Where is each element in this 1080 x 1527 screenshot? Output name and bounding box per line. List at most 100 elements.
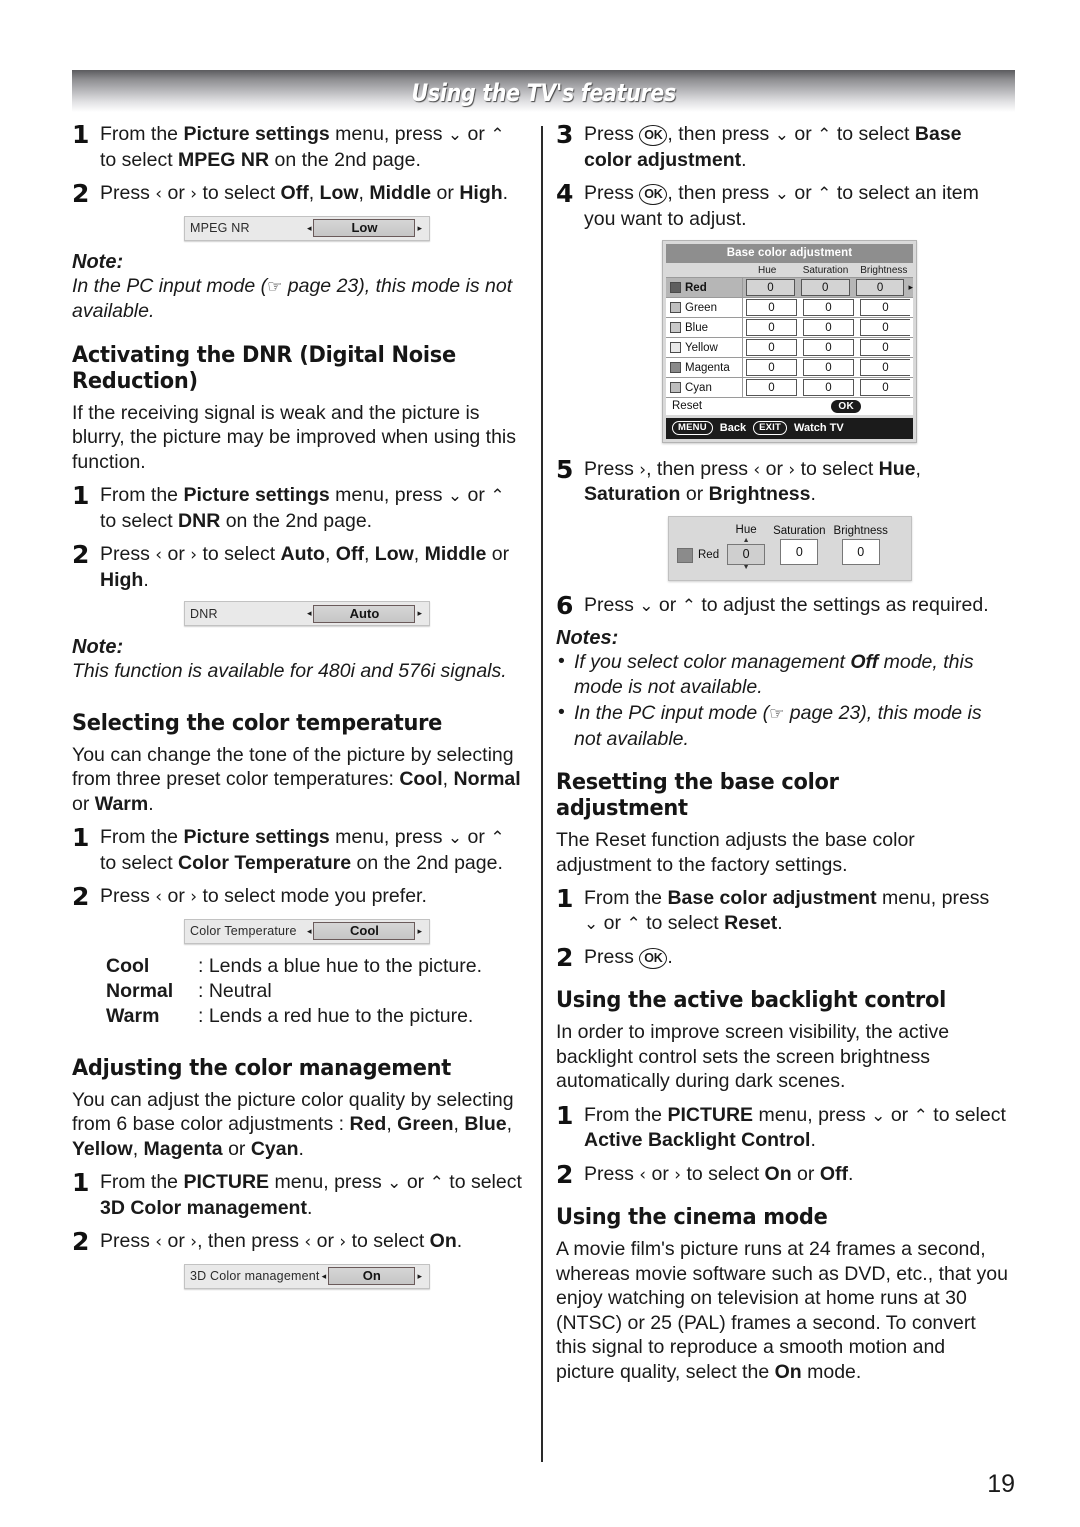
right-column: 3 Press OK, then press ⌄ or ⌃ to select …: [556, 122, 1008, 1393]
osd-label: DNR: [190, 606, 218, 621]
row-label: Blue: [666, 318, 743, 337]
color-swatch-icon: [670, 282, 681, 293]
table-row[interactable]: Yellow 0 0 0: [666, 337, 913, 357]
hsb-field-brightness[interactable]: Brightness 0: [834, 525, 888, 571]
left-arrow-icon[interactable]: ◂: [305, 223, 314, 234]
cell-saturation[interactable]: 0: [803, 299, 854, 316]
step-number: 2: [72, 179, 90, 208]
spinner-down-icon[interactable]: ▼: [727, 564, 765, 571]
step-backlight-1: 1 From the PICTURE menu, press ⌄ or ⌃ to…: [556, 1103, 1008, 1153]
cell-brightness[interactable]: 0: [860, 379, 910, 396]
row-name: Red: [685, 281, 707, 294]
step-text: Press ⌄ or ⌃ to adjust the settings as r…: [584, 593, 989, 616]
row-selection-arrow-icon: ▸: [908, 282, 914, 292]
heading-cinema-mode: Using the cinema mode: [556, 1204, 828, 1230]
osd-setting-mpeg-nr[interactable]: MPEG NR ◂ Low ▸: [184, 215, 430, 241]
exit-key-icon[interactable]: EXIT: [753, 420, 787, 435]
table-row[interactable]: Green 0 0 0: [666, 297, 913, 317]
osd-setting-dnr[interactable]: DNR ◂ Auto ▸: [184, 601, 430, 626]
table-row[interactable]: Magenta 0 0 0: [666, 357, 913, 377]
note-text: In the PC input mode (☞ page 23), this m…: [72, 274, 524, 324]
hsb-field-saturation[interactable]: Saturation 0: [773, 524, 826, 571]
row-label: Cyan: [666, 378, 743, 397]
cell-brightness[interactable]: 0: [860, 339, 910, 356]
menu-key-label: Back: [719, 421, 747, 434]
osd-setting-3d-color-management[interactable]: 3D Color management ◂ On ▸: [184, 1263, 430, 1289]
cell-hue[interactable]: 0: [746, 299, 797, 316]
cell-hue[interactable]: 0: [746, 319, 797, 336]
right-arrow-icon[interactable]: ▸: [415, 1271, 424, 1282]
definition-term: Normal: [106, 979, 174, 1002]
heading-active-backlight: Using the active backlight control: [556, 987, 946, 1013]
cell-saturation[interactable]: 0: [803, 319, 854, 336]
cell-brightness[interactable]: 0: [860, 319, 910, 336]
definition-row: Normal : Neutral: [106, 979, 524, 1004]
left-arrow-icon[interactable]: ◂: [320, 1271, 329, 1282]
definition-term: Cool: [106, 954, 150, 977]
left-arrow-icon[interactable]: ◂: [305, 608, 314, 619]
column-header-saturation: Saturation: [802, 264, 849, 276]
osd-label: MPEG NR: [190, 221, 250, 235]
row-label: Green: [666, 298, 743, 317]
cell-hue[interactable]: 0: [746, 279, 795, 296]
ok-key-icon[interactable]: OK: [831, 399, 861, 413]
step-base-6: 6 Press ⌄ or ⌃ to adjust the settings as…: [556, 593, 1008, 619]
reset-row[interactable]: Reset OK: [666, 397, 913, 415]
notes-list: If you select color management Off mode,…: [556, 649, 1008, 751]
osd-hsb-panel[interactable]: Red Hue ▲ 0 ▼ Saturation 0 Brightness 0: [668, 515, 912, 581]
right-arrow-icon[interactable]: ▸: [415, 608, 424, 619]
cell-saturation[interactable]: 0: [803, 359, 854, 376]
step-number: 1: [556, 1100, 574, 1130]
step-number: 1: [72, 120, 90, 149]
color-temperature-intro: You can change the tone of the picture b…: [72, 743, 521, 815]
step-number: 5: [556, 454, 574, 484]
note-text-before: In the PC input mode (: [72, 274, 268, 297]
step-text: Press ›, then press ‹ or › to select Hue…: [584, 457, 921, 506]
osd-setting-color-temperature[interactable]: Color Temperature ◂ Cool ▸: [184, 918, 430, 944]
cell-hue[interactable]: 0: [746, 339, 797, 356]
step-base-5: 5 Press ›, then press ‹ or › to select H…: [556, 457, 1008, 507]
row-label: Magenta: [666, 358, 743, 377]
table-row[interactable]: Red 0 0 0 ▸: [666, 277, 913, 297]
row-label: Yellow: [666, 338, 743, 357]
cell-brightness[interactable]: 0: [860, 299, 910, 316]
cell-brightness[interactable]: 0: [860, 359, 910, 376]
cell-hue[interactable]: 0: [746, 379, 797, 396]
step-text: From the Picture settings menu, press ⌄ …: [100, 123, 505, 171]
note-text: This function is available for 480i and …: [72, 660, 507, 682]
left-arrow-icon[interactable]: ◂: [305, 926, 314, 937]
hsb-field-value[interactable]: 0: [841, 538, 880, 565]
step-number: 6: [556, 590, 574, 620]
hsb-field-value[interactable]: 0: [727, 543, 766, 565]
reset-label: Reset: [672, 400, 703, 413]
step-text: Press ‹ or ›, then press ‹ or › to selec…: [100, 1230, 463, 1252]
step-reset-1: 1 From the Base color adjustment menu, p…: [556, 886, 1008, 936]
cell-saturation[interactable]: 0: [800, 279, 850, 296]
row-name: Green: [685, 301, 717, 314]
hsb-field-hue[interactable]: Hue ▲ 0 ▼: [727, 524, 766, 571]
cell-hue[interactable]: 0: [746, 359, 797, 376]
hsb-field-title: Saturation: [773, 524, 826, 537]
row-name: Cyan: [685, 381, 712, 394]
step-colormgmt-2: 2 Press ‹ or ›, then press ‹ or › to sel…: [72, 1229, 524, 1255]
osd-label: Color Temperature: [190, 924, 297, 938]
left-column: 1 From the Picture settings menu, press …: [72, 122, 524, 1299]
osd-base-color-adjustment-panel[interactable]: Base color adjustment Hue Saturation Bri…: [662, 240, 917, 443]
step-colortemp-2: 2 Press ‹ or › to select mode you prefer…: [72, 884, 524, 910]
step-text: Press OK, then press ⌄ or ⌃ to select an…: [584, 182, 979, 230]
right-arrow-icon[interactable]: ▸: [415, 926, 424, 937]
table-row[interactable]: Blue 0 0 0: [666, 317, 913, 337]
menu-key-icon[interactable]: MENU: [672, 420, 713, 435]
note-item: If you select color management Off mode,…: [556, 649, 1008, 699]
note-text-before: In the PC input mode (: [574, 702, 770, 724]
cell-saturation[interactable]: 0: [803, 339, 854, 356]
cell-brightness[interactable]: 0: [855, 279, 905, 296]
cell-saturation[interactable]: 0: [803, 379, 854, 396]
table-row[interactable]: Cyan 0 0 0: [666, 377, 913, 397]
step-text: From the PICTURE menu, press ⌄ or ⌃ to s…: [584, 1103, 1006, 1152]
right-arrow-icon[interactable]: ▸: [415, 223, 424, 234]
color-swatch-icon: [677, 547, 693, 563]
step-text: From the PICTURE menu, press ⌄ or ⌃ to s…: [100, 1171, 522, 1219]
hsb-field-value[interactable]: 0: [780, 538, 819, 565]
manual-page: Using the TV's features 1 From the Pictu…: [0, 0, 1080, 1527]
